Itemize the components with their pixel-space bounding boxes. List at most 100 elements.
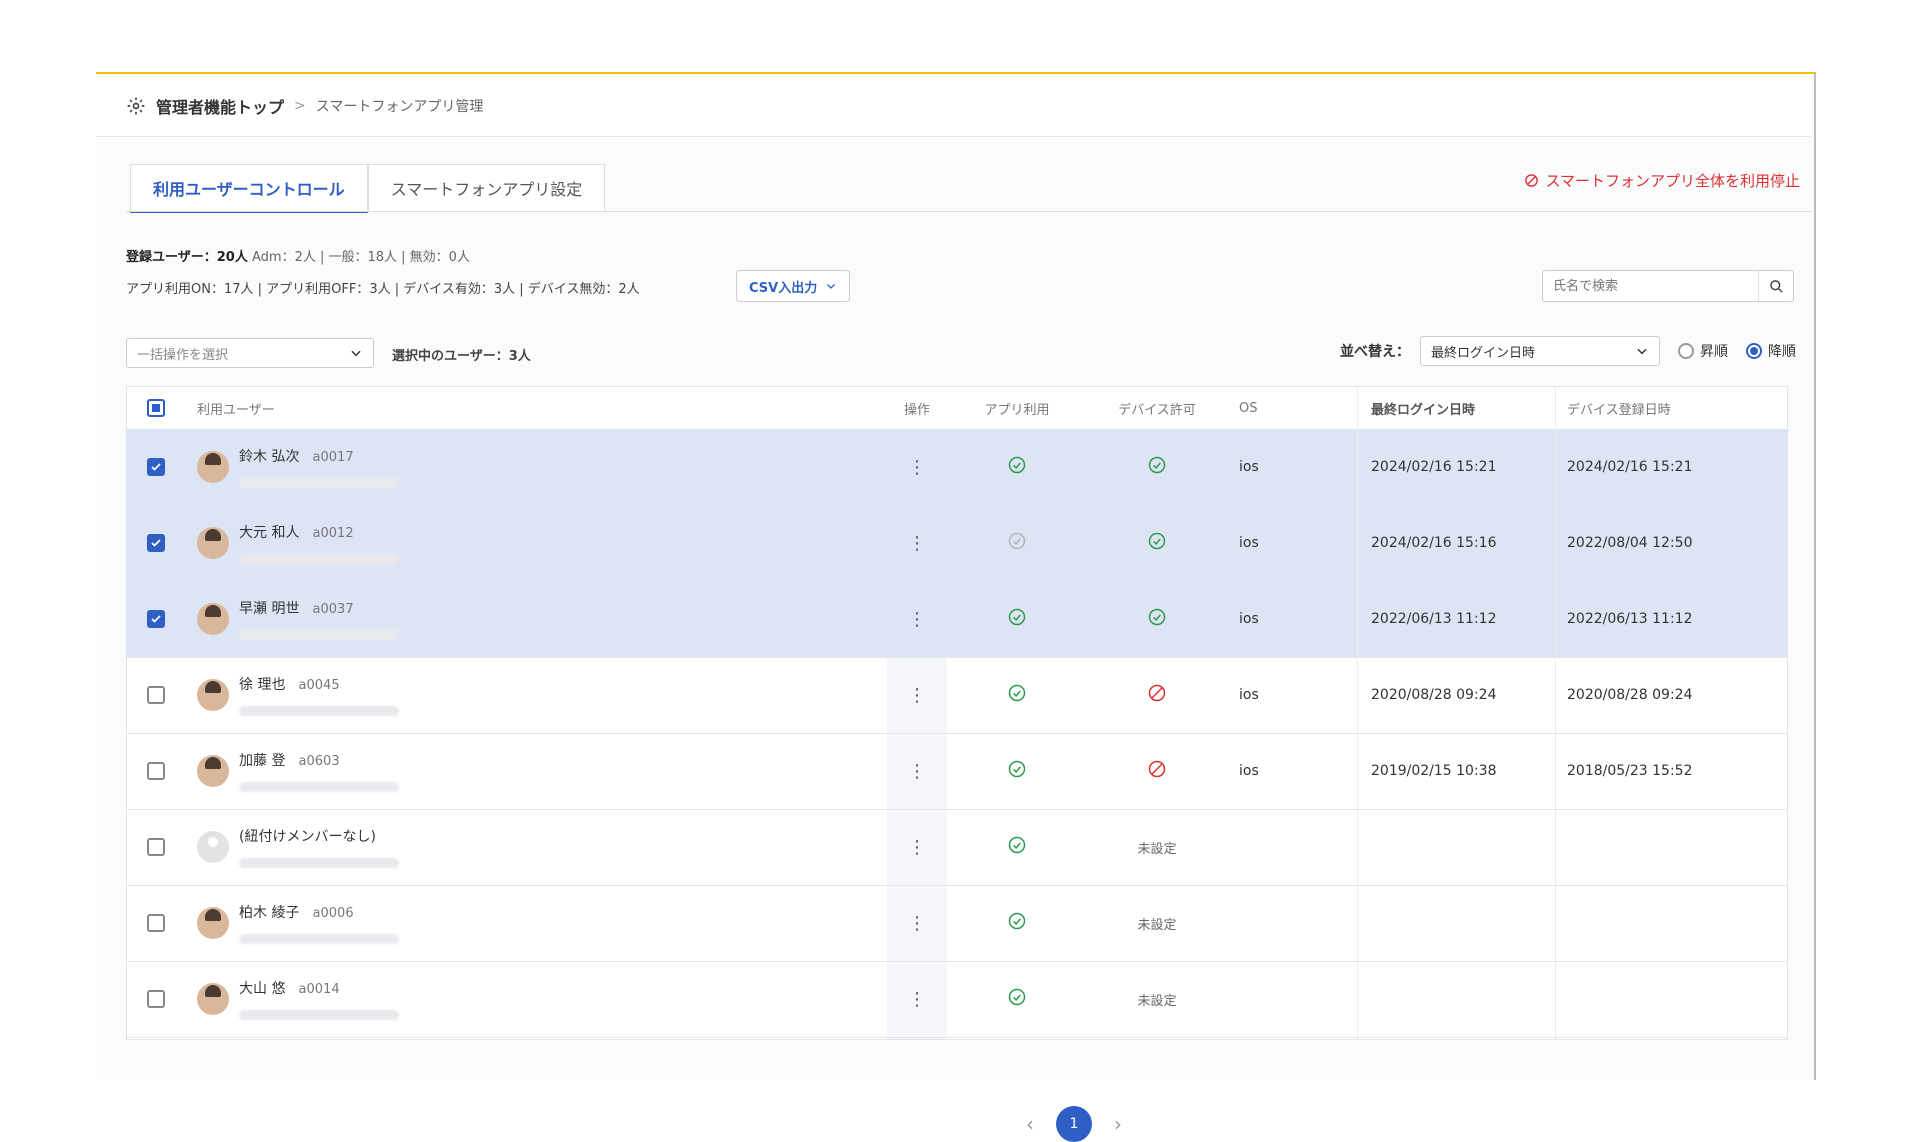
user-cell[interactable]: 大山 悠 a0014	[197, 961, 399, 1037]
search-input[interactable]	[1543, 273, 1758, 299]
sort-label: 並べ替え：	[1340, 344, 1410, 360]
row-checkbox-cell	[147, 885, 165, 961]
prohibited-icon	[1525, 174, 1539, 187]
stop-all-app-link[interactable]: スマートフォンアプリ全体を利用停止	[1524, 170, 1800, 191]
user-cell[interactable]: (紐付けメンバーなし)	[197, 809, 399, 885]
table-row[interactable]: 柏木 綾子 a0006 ⋮ 未設定	[127, 885, 1787, 962]
header-app[interactable]: アプリ利用	[947, 387, 1087, 429]
gear-icon[interactable]	[126, 96, 146, 116]
row-checkbox[interactable]	[147, 914, 165, 932]
row-checkbox[interactable]	[147, 762, 165, 780]
more-menu-icon[interactable]: ⋮	[908, 761, 926, 782]
blurred-email	[239, 706, 399, 716]
row-checkbox[interactable]	[147, 686, 165, 704]
table-row[interactable]: 大山 悠 a0014 ⋮ 未設定	[127, 961, 1787, 1038]
select-all-checkbox[interactable]	[147, 399, 165, 417]
os-cell: ios	[1239, 687, 1259, 703]
user-cell[interactable]: 柏木 綾子 a0006	[197, 885, 399, 961]
page-number-current[interactable]: 1	[1056, 1106, 1092, 1142]
header-device[interactable]: デバイス許可	[1087, 387, 1227, 429]
row-checkbox[interactable]	[147, 838, 165, 856]
more-menu-icon[interactable]: ⋮	[908, 989, 926, 1010]
row-checkbox-cell	[147, 505, 165, 581]
app-on-icon[interactable]	[1007, 683, 1027, 707]
search-button[interactable]	[1758, 271, 1793, 301]
device-cell	[1087, 429, 1227, 505]
app-on-icon[interactable]	[1007, 759, 1027, 783]
app-off-icon[interactable]	[1007, 531, 1027, 555]
app-on-icon[interactable]	[1007, 911, 1027, 935]
tab-app-settings[interactable]: スマートフォンアプリ設定	[367, 164, 606, 212]
table-row[interactable]: 加藤 登 a0603 ⋮ ios 2019/02/15 10:38 2018/0…	[127, 733, 1787, 810]
app-on-icon[interactable]	[1007, 987, 1027, 1011]
csv-io-label: CSV入出力	[749, 280, 818, 296]
name-search	[1542, 270, 1794, 302]
header-device-reg[interactable]: デバイス登録日時	[1567, 387, 1671, 429]
header-os[interactable]: OS	[1239, 387, 1257, 429]
device-cell	[1087, 581, 1227, 657]
table-row[interactable]: 早瀬 明世 a0037 ⋮ ios 2022/06/13 11:12 2022/…	[127, 581, 1787, 658]
device-cell	[1087, 657, 1227, 733]
registered-count: 登録ユーザー：20人	[126, 250, 248, 265]
prev-page-icon[interactable]: ‹	[1026, 1112, 1034, 1136]
user-id: a0045	[298, 678, 340, 693]
device-reg-cell: 2020/08/28 09:24	[1567, 687, 1693, 703]
row-checkbox[interactable]	[147, 534, 165, 552]
user-id: a0017	[312, 450, 354, 465]
action-cell: ⋮	[887, 429, 947, 505]
sort-asc-radio[interactable]: 昇順	[1678, 341, 1728, 361]
last-login-cell: 2022/06/13 11:12	[1371, 611, 1497, 627]
action-cell: ⋮	[887, 809, 947, 885]
row-checkbox[interactable]	[147, 458, 165, 476]
more-menu-icon[interactable]: ⋮	[908, 685, 926, 706]
user-cell[interactable]: 早瀬 明世 a0037	[197, 581, 399, 657]
table-row[interactable]: 鈴木 弘次 a0017 ⋮ ios 2024/02/16 15:21 2024/…	[127, 429, 1787, 506]
sort-desc-radio[interactable]: 降順	[1746, 341, 1796, 361]
user-cell[interactable]: 鈴木 弘次 a0017	[197, 429, 399, 505]
more-menu-icon[interactable]: ⋮	[908, 913, 926, 934]
tab-user-control[interactable]: 利用ユーザーコントロール	[130, 164, 368, 213]
user-cell[interactable]: 大元 和人 a0012	[197, 505, 399, 581]
more-menu-icon[interactable]: ⋮	[908, 457, 926, 478]
app-cell	[947, 733, 1087, 809]
table-row[interactable]: 大元 和人 a0012 ⋮ ios 2024/02/16 15:16 2022/…	[127, 505, 1787, 582]
user-cell[interactable]: 徐 理也 a0045	[197, 657, 399, 733]
table-row[interactable]: 徐 理也 a0045 ⋮ ios 2020/08/28 09:24 2020/0…	[127, 657, 1787, 734]
header-user[interactable]: 利用ユーザー	[197, 387, 275, 429]
device-unset-text: 未設定	[1137, 993, 1177, 1009]
header-last-login[interactable]: 最終ログイン日時	[1371, 387, 1475, 429]
more-menu-icon[interactable]: ⋮	[908, 609, 926, 630]
sort-select[interactable]: 最終ログイン日時	[1420, 336, 1660, 366]
app-on-icon[interactable]	[1007, 835, 1027, 859]
app-cell	[947, 581, 1087, 657]
csv-io-button[interactable]: CSV入出力	[736, 270, 851, 302]
user-name: 柏木 綾子	[239, 905, 300, 921]
blurred-email	[239, 782, 399, 792]
device-ok-icon[interactable]	[1147, 531, 1167, 555]
breadcrumb-top[interactable]: 管理者機能トップ	[156, 94, 284, 118]
device-cell: 未設定	[1087, 809, 1227, 885]
more-menu-icon[interactable]: ⋮	[908, 837, 926, 858]
app-on-icon[interactable]	[1007, 607, 1027, 631]
app-on-icon[interactable]	[1007, 455, 1027, 479]
device-cell	[1087, 505, 1227, 581]
more-menu-icon[interactable]: ⋮	[908, 533, 926, 554]
row-checkbox[interactable]	[147, 610, 165, 628]
device-denied-icon[interactable]	[1147, 683, 1167, 707]
action-cell: ⋮	[887, 657, 947, 733]
table-row[interactable]: (紐付けメンバーなし) ⋮ 未設定	[127, 809, 1787, 886]
device-reg-cell: 2022/06/13 11:12	[1567, 611, 1693, 627]
device-denied-icon[interactable]	[1147, 759, 1167, 783]
device-ok-icon[interactable]	[1147, 455, 1167, 479]
os-cell: ios	[1239, 763, 1259, 779]
row-checkbox[interactable]	[147, 990, 165, 1008]
search-icon	[1769, 279, 1783, 293]
user-cell[interactable]: 加藤 登 a0603	[197, 733, 399, 809]
app-cell	[947, 961, 1087, 1037]
app-cell	[947, 657, 1087, 733]
device-ok-icon[interactable]	[1147, 607, 1167, 631]
last-login-cell: 2024/02/16 15:21	[1371, 459, 1497, 475]
bulk-action-select[interactable]: 一括操作を選択	[126, 338, 374, 368]
next-page-icon[interactable]: ›	[1114, 1112, 1122, 1136]
user-id: a0006	[312, 906, 354, 921]
